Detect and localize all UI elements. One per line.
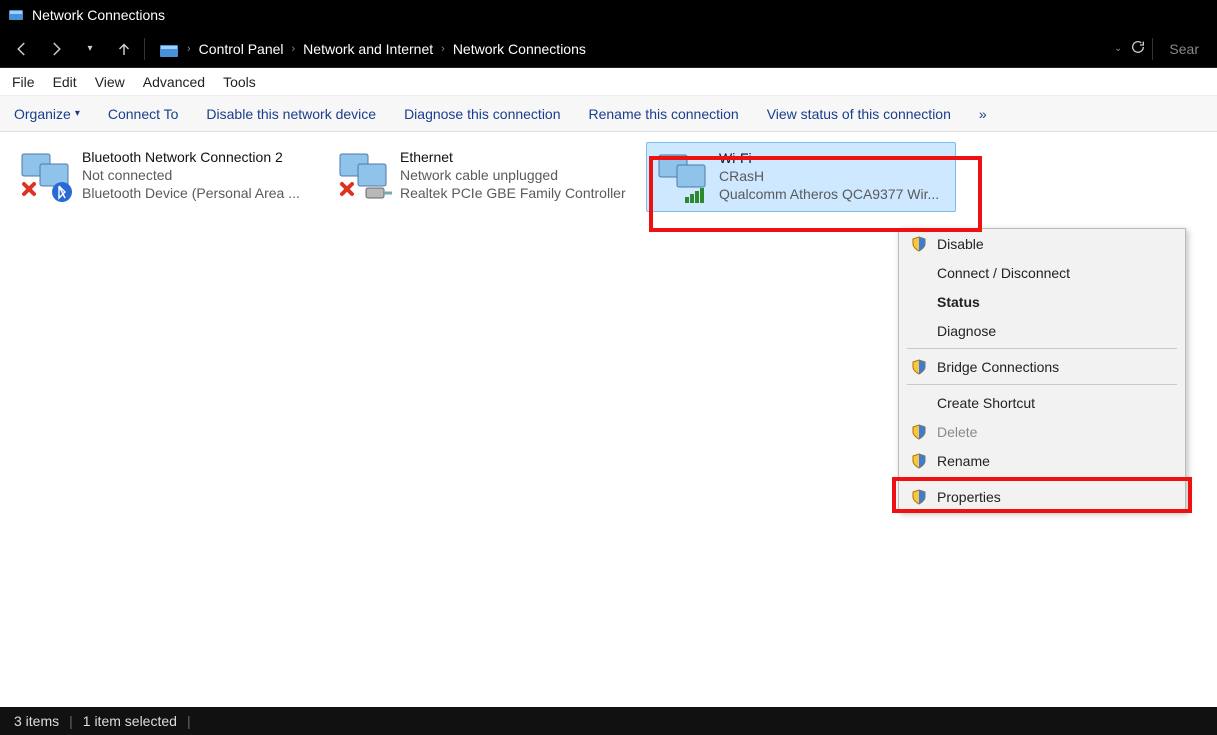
refresh-icon[interactable]: [1130, 39, 1146, 58]
context-menu: Disable Connect / Disconnect Status Diag…: [898, 228, 1186, 512]
network-icon: [336, 148, 392, 204]
ctx-delete: Delete: [899, 417, 1185, 446]
ctx-rename[interactable]: Rename: [899, 446, 1185, 475]
shield-icon: [911, 359, 927, 375]
ctx-bridge[interactable]: Bridge Connections: [899, 352, 1185, 381]
folder-icon: [159, 40, 179, 58]
shield-icon: [911, 489, 927, 505]
chevron-right-icon: ›: [183, 43, 195, 55]
connection-name: Wi-Fi: [719, 149, 939, 167]
diagnose-button[interactable]: Diagnose this connection: [404, 106, 560, 122]
shield-icon: [911, 236, 927, 252]
connection-ethernet[interactable]: Ethernet Network cable unplugged Realtek…: [328, 142, 638, 212]
view-status-button[interactable]: View status of this connection: [767, 106, 951, 122]
ctx-diagnose[interactable]: Diagnose: [899, 316, 1185, 345]
connection-device: Qualcomm Atheros QCA9377 Wir...: [719, 185, 939, 203]
connection-name: Ethernet: [400, 148, 626, 166]
chevron-right-icon: ›: [437, 43, 449, 55]
overflow-button[interactable]: »: [979, 106, 987, 122]
search-input[interactable]: Sear: [1159, 41, 1209, 57]
chevron-down-icon: ▾: [75, 108, 80, 119]
connection-wifi[interactable]: Wi-Fi CRasH Qualcomm Atheros QCA9377 Wir…: [646, 142, 956, 212]
window-title: Network Connections: [32, 7, 165, 23]
titlebar: Network Connections: [0, 0, 1217, 30]
network-icon: [655, 149, 711, 205]
breadcrumb[interactable]: › Control Panel › Network and Internet ›…: [151, 40, 1108, 58]
separator: [907, 348, 1177, 349]
chevron-right-icon: ›: [288, 43, 300, 55]
connection-bluetooth[interactable]: Bluetooth Network Connection 2 Not conne…: [10, 142, 320, 212]
rename-button[interactable]: Rename this connection: [589, 106, 739, 122]
organize-button[interactable]: Organize▾: [14, 106, 80, 122]
disable-device-button[interactable]: Disable this network device: [206, 106, 376, 122]
breadcrumb-item[interactable]: Network Connections: [453, 41, 586, 57]
up-button[interactable]: [110, 35, 138, 63]
navbar: ▾ › Control Panel › Network and Internet…: [0, 30, 1217, 68]
ctx-connect-disconnect[interactable]: Connect / Disconnect: [899, 258, 1185, 287]
ctx-disable[interactable]: Disable: [899, 229, 1185, 258]
menu-view[interactable]: View: [95, 74, 125, 90]
ctx-properties[interactable]: Properties: [899, 482, 1185, 511]
ctx-status[interactable]: Status: [899, 287, 1185, 316]
connection-status: Not connected: [82, 166, 300, 184]
menu-tools[interactable]: Tools: [223, 74, 256, 90]
shield-icon: [911, 424, 927, 440]
connection-device: Bluetooth Device (Personal Area ...: [82, 184, 300, 202]
separator: [907, 478, 1177, 479]
menu-edit[interactable]: Edit: [53, 74, 77, 90]
menubar: File Edit View Advanced Tools: [0, 68, 1217, 96]
window-icon: [8, 7, 24, 23]
connection-list: Bluetooth Network Connection 2 Not conne…: [10, 142, 1207, 212]
ctx-create-shortcut[interactable]: Create Shortcut: [899, 388, 1185, 417]
chevron-down-icon[interactable]: ⌄: [1114, 43, 1122, 54]
breadcrumb-item[interactable]: Control Panel: [199, 41, 284, 57]
divider: |: [187, 713, 191, 729]
divider: |: [69, 713, 73, 729]
recent-dropdown[interactable]: ▾: [76, 35, 104, 63]
shield-icon: [911, 453, 927, 469]
status-selected: 1 item selected: [83, 713, 177, 729]
separator: [907, 384, 1177, 385]
connection-status: CRasH: [719, 167, 939, 185]
menu-advanced[interactable]: Advanced: [143, 74, 205, 90]
toolbar: Organize▾ Connect To Disable this networ…: [0, 96, 1217, 132]
menu-file[interactable]: File: [12, 74, 35, 90]
network-icon: [18, 148, 74, 204]
connect-to-button[interactable]: Connect To: [108, 106, 179, 122]
forward-button[interactable]: [42, 35, 70, 63]
connection-device: Realtek PCIe GBE Family Controller: [400, 184, 626, 202]
connection-status: Network cable unplugged: [400, 166, 626, 184]
breadcrumb-item[interactable]: Network and Internet: [303, 41, 433, 57]
status-count: 3 items: [14, 713, 59, 729]
status-bar: 3 items | 1 item selected |: [0, 707, 1217, 735]
connection-name: Bluetooth Network Connection 2: [82, 148, 300, 166]
back-button[interactable]: [8, 35, 36, 63]
